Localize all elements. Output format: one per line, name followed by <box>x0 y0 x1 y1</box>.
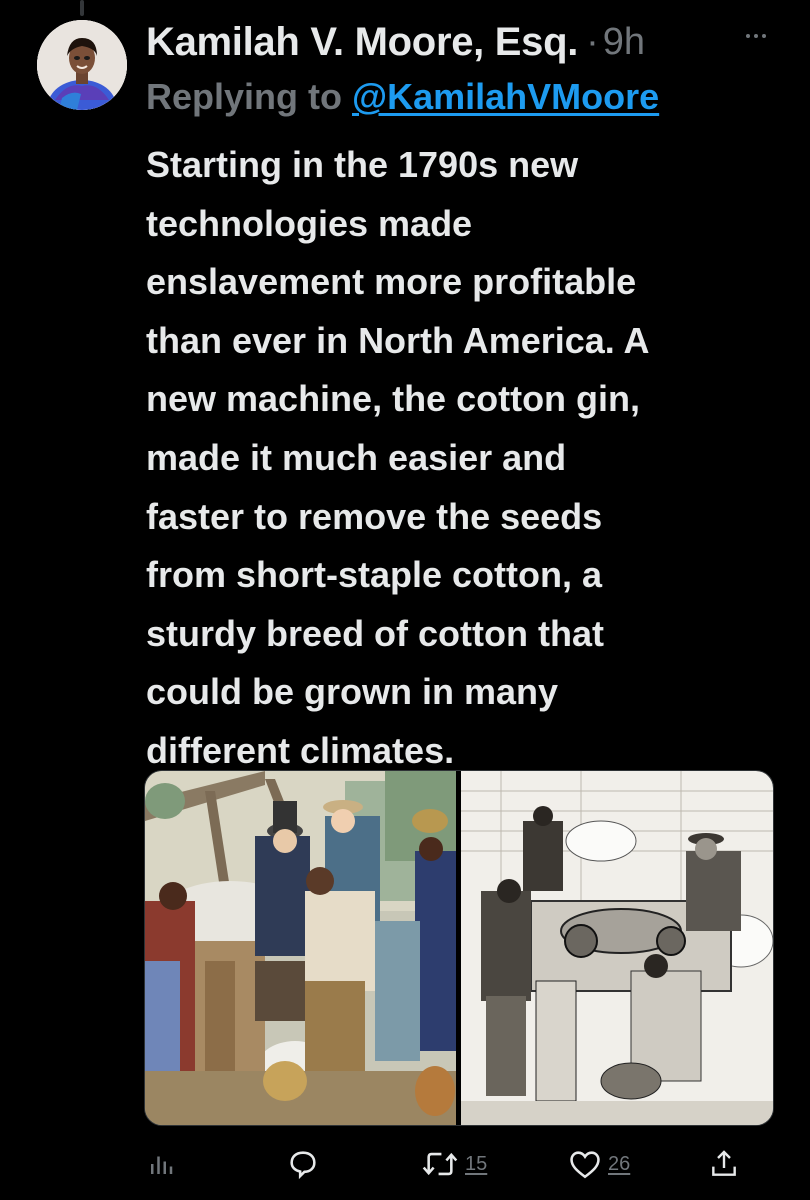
share-icon <box>712 1150 736 1176</box>
tweet-text-line: from short-staple cotton, a <box>146 554 603 596</box>
tweet-header: Kamilah V. Moore, Esq. · 9h <box>146 14 786 70</box>
tweet-text-line: could be grown in many <box>146 671 559 713</box>
tweet-media[interactable] <box>144 770 774 1126</box>
tweet-text: Starting in the 1790s new technologies m… <box>146 136 786 781</box>
timestamp[interactable]: 9h <box>603 21 645 64</box>
thread-connector-line <box>80 0 84 16</box>
reply-handle-link[interactable]: @KamilahVMoore <box>352 76 659 118</box>
avatar[interactable] <box>37 20 127 110</box>
cotton-gin-bw-engraving-image[interactable] <box>461 771 773 1125</box>
more-options-icon[interactable] <box>736 26 776 46</box>
tweet-text-line: Starting in the 1790s new <box>146 144 579 185</box>
reply-icon <box>290 1151 316 1180</box>
tweet-text-line: than ever in North America. A <box>146 319 650 361</box>
tweet-text-line: sturdy breed of cotton that <box>146 612 604 654</box>
retweet-button[interactable]: 15 <box>421 1140 487 1188</box>
tweet-text-line: faster to remove the seeds <box>146 495 603 537</box>
retweet-icon <box>422 1152 458 1176</box>
share-button[interactable] <box>708 1140 740 1188</box>
tweet-text-line: enslavement more profitable <box>146 261 637 303</box>
like-count: 26 <box>608 1152 631 1175</box>
replying-to-label: Replying to <box>146 76 342 117</box>
tweet-text-line: new machine, the cotton gin, <box>146 378 641 420</box>
tweet[interactable]: Kamilah V. Moore, Esq. · 9h Replying to … <box>0 0 810 1200</box>
tweet-actions: 15 26 <box>146 1140 756 1188</box>
cotton-gin-color-engraving-image[interactable] <box>145 771 456 1125</box>
analytics-icon <box>151 1156 173 1174</box>
tweet-text-line: technologies made <box>146 202 473 244</box>
analytics-button[interactable] <box>146 1140 176 1188</box>
retweet-count: 15 <box>465 1152 488 1175</box>
author-name[interactable]: Kamilah V. Moore, Esq. <box>146 20 578 65</box>
reply-button[interactable] <box>286 1140 320 1188</box>
heart-icon <box>570 1151 600 1179</box>
like-button[interactable]: 26 <box>568 1140 630 1188</box>
replying-to: Replying to @KamilahVMoore <box>146 72 659 122</box>
tweet-text-line: made it much easier and <box>146 436 567 478</box>
separator-dot: · <box>586 20 599 63</box>
